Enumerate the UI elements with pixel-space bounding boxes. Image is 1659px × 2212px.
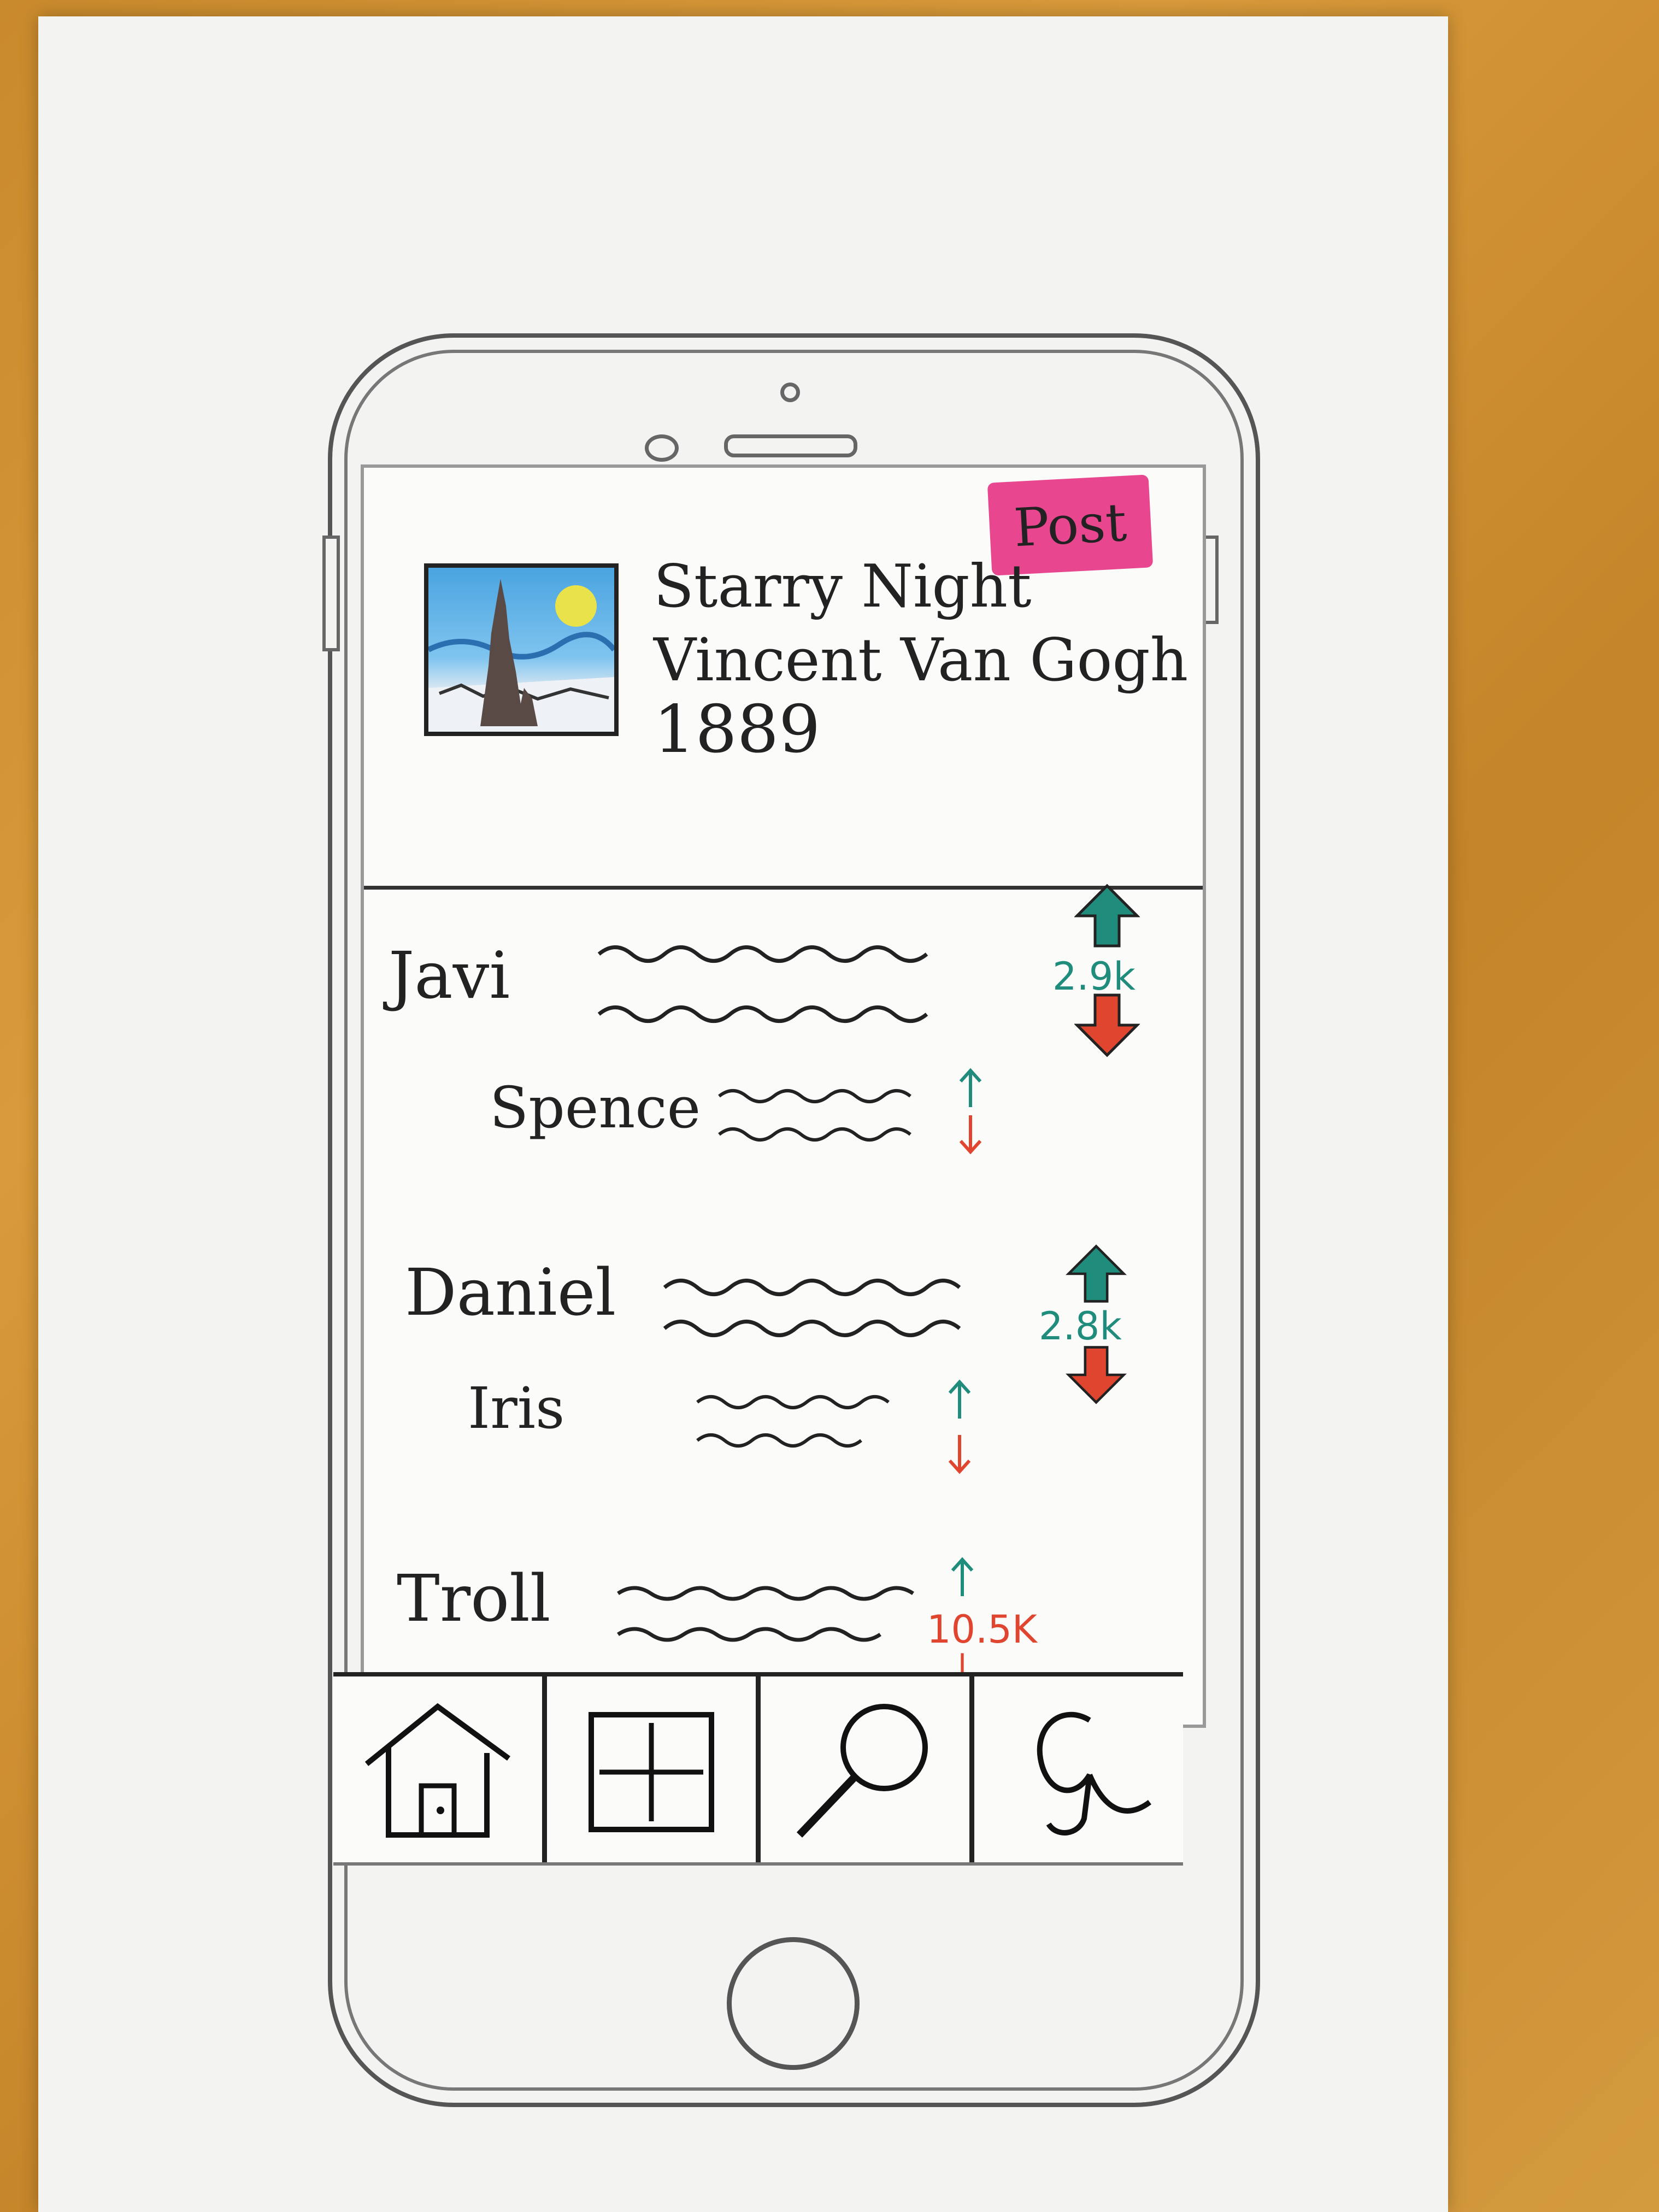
reply-text-placeholder <box>718 1089 911 1142</box>
search-icon <box>796 1704 928 1838</box>
vote-score: 10.5K <box>927 1607 1037 1652</box>
upvote-arrow-icon[interactable] <box>954 1066 987 1110</box>
comment-author[interactable]: Daniel <box>405 1255 616 1330</box>
starry-night-painting-icon <box>428 579 614 732</box>
downvote-arrow-icon[interactable] <box>954 1113 987 1156</box>
downvote-arrow-icon[interactable] <box>1074 992 1140 1058</box>
reply-author[interactable]: Spence <box>490 1074 701 1141</box>
grid-icon <box>589 1712 714 1832</box>
speaker-grille <box>724 434 857 457</box>
volume-button <box>322 536 340 651</box>
comment-author[interactable]: Troll <box>397 1561 551 1636</box>
gallery-icon <box>1037 1711 1151 1836</box>
artwork-thumbnail[interactable] <box>424 563 619 736</box>
bottom-tab-bar <box>333 1672 1183 1866</box>
comment-text-placeholder <box>617 1586 914 1642</box>
reply-author[interactable]: Iris <box>468 1375 564 1442</box>
home-hardware-button[interactable] <box>727 1937 860 2070</box>
upvote-arrow-icon[interactable] <box>1063 1244 1129 1304</box>
tab-home[interactable] <box>333 1676 547 1862</box>
comment-text-placeholder <box>597 945 928 1023</box>
vote-score: 2.8k <box>1039 1304 1122 1349</box>
comment-vote-controls: 2.9k <box>1044 883 1170 1058</box>
comment-vote-controls: 2.8k <box>1033 1244 1159 1419</box>
comment-text-placeholder <box>663 1279 961 1337</box>
artwork-header: Post Starry Night Vincent Van Gogh 1889 <box>364 468 1203 890</box>
upvote-arrow-icon[interactable] <box>943 1378 976 1421</box>
artwork-year: 1889 <box>654 692 821 768</box>
artwork-title: Starry Night <box>654 552 1032 621</box>
upvote-arrow-icon[interactable] <box>946 1555 979 1599</box>
front-camera-icon <box>645 434 679 462</box>
upvote-arrow-icon[interactable] <box>1074 883 1140 949</box>
artwork-artist: Vincent Van Gogh <box>654 626 1189 695</box>
proximity-sensor-icon <box>780 383 800 402</box>
reply-text-placeholder <box>696 1395 890 1448</box>
downvote-arrow-icon[interactable] <box>943 1432 976 1476</box>
home-icon <box>364 1703 510 1838</box>
comment-author[interactable]: Javi <box>389 938 510 1013</box>
tab-search[interactable] <box>761 1676 974 1862</box>
app-screen: Post Starry Night Vincent Van Gogh 1889 … <box>361 464 1206 1728</box>
tab-add[interactable] <box>547 1676 761 1862</box>
tab-gallery[interactable] <box>974 1676 1183 1862</box>
downvote-arrow-icon[interactable] <box>1063 1345 1129 1405</box>
